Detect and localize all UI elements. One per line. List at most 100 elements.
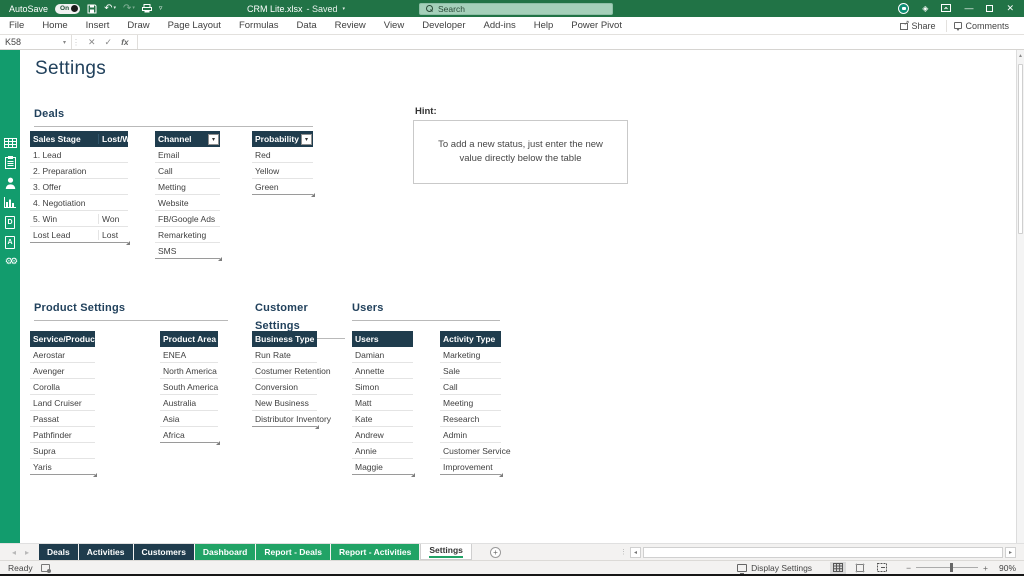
table-row[interactable]: Yaris bbox=[30, 459, 95, 475]
table-cell[interactable]: Admin bbox=[440, 430, 501, 440]
undo-button[interactable]: ↶▾ bbox=[104, 4, 116, 14]
table-cell[interactable]: ENEA bbox=[160, 350, 218, 360]
table-cell[interactable]: Lost Lead bbox=[30, 230, 98, 240]
table-row[interactable]: Yellow bbox=[252, 163, 313, 179]
table-row[interactable]: Passat bbox=[30, 411, 95, 427]
table-row[interactable]: Matt bbox=[352, 395, 413, 411]
table-row[interactable]: Improvement bbox=[440, 459, 501, 475]
table-cell[interactable]: Corolla bbox=[30, 382, 95, 392]
table-cell[interactable]: Andrew bbox=[352, 430, 413, 440]
table-row[interactable]: Sale bbox=[440, 363, 501, 379]
table-cell[interactable]: Africa bbox=[160, 430, 218, 440]
customers-person-icon[interactable] bbox=[4, 176, 17, 189]
customize-qat-icon[interactable]: ▿ bbox=[159, 5, 163, 12]
table-cell[interactable]: 1. Lead bbox=[30, 150, 98, 160]
table-row[interactable]: 3. Offer bbox=[30, 179, 128, 195]
table-cell[interactable]: 5. Win bbox=[30, 214, 98, 224]
cancel-icon[interactable]: ✕ bbox=[88, 37, 96, 48]
table-cell[interactable]: Costumer Retention bbox=[252, 366, 334, 376]
table-row[interactable]: 1. Lead bbox=[30, 147, 128, 163]
table-row[interactable]: Distributor Inventory bbox=[252, 411, 317, 427]
worksheet[interactable]: D A ⚙⚙ Settings Deals Product Settings C… bbox=[0, 50, 1024, 543]
table-cell[interactable]: Conversion bbox=[252, 382, 317, 392]
print-icon[interactable] bbox=[142, 4, 152, 13]
table-cell[interactable]: Sale bbox=[440, 366, 501, 376]
macro-record-icon[interactable] bbox=[41, 564, 50, 572]
table-cell[interactable]: FB/Google Ads bbox=[155, 214, 220, 224]
comments-button[interactable]: Comments bbox=[946, 20, 1016, 32]
ribbon-tab-formulas[interactable]: Formulas bbox=[230, 20, 288, 31]
table-row[interactable]: Call bbox=[440, 379, 501, 395]
settings-gears-icon[interactable]: ⚙⚙ bbox=[5, 256, 15, 267]
table-row[interactable]: Customer Service bbox=[440, 443, 501, 459]
zoom-slider-thumb[interactable] bbox=[950, 563, 953, 572]
document-title[interactable]: CRM Lite.xlsx - Saved ▾ bbox=[247, 4, 345, 14]
new-sheet-button[interactable]: + bbox=[490, 544, 501, 560]
table-row[interactable]: Maggie bbox=[352, 459, 413, 475]
table-row[interactable]: Aerostar bbox=[30, 347, 95, 363]
save-icon[interactable] bbox=[87, 4, 97, 14]
scrollbar-splitter-handle[interactable]: ⋮ bbox=[620, 548, 628, 556]
table-cell[interactable]: Lost bbox=[98, 230, 128, 240]
close-button[interactable]: ✕ bbox=[1006, 4, 1014, 13]
table-row[interactable]: Africa bbox=[160, 427, 218, 443]
table-row[interactable]: 2. Preparation bbox=[30, 163, 128, 179]
table-row[interactable]: Andrew bbox=[352, 427, 413, 443]
dashboard-chart-icon[interactable] bbox=[4, 196, 17, 209]
column-header-users[interactable]: Users bbox=[352, 334, 413, 344]
scroll-right-icon[interactable]: ▸ bbox=[1005, 547, 1016, 558]
vertical-scrollbar-thumb[interactable] bbox=[1018, 64, 1023, 234]
table-row[interactable]: 4. Negotiation bbox=[30, 195, 128, 211]
table-cell[interactable]: Pathfinder bbox=[30, 430, 95, 440]
column-header-product-area[interactable]: Product Area bbox=[160, 334, 218, 344]
table-cell[interactable]: Kate bbox=[352, 414, 413, 424]
name-box[interactable]: K58 ▾ bbox=[0, 35, 72, 49]
ribbon-tab-power-pivot[interactable]: Power Pivot bbox=[562, 20, 631, 31]
table-row[interactable]: Asia bbox=[160, 411, 218, 427]
table-cell[interactable]: Call bbox=[155, 166, 220, 176]
table-cell[interactable]: Supra bbox=[30, 446, 95, 456]
table-cell[interactable]: SMS bbox=[155, 246, 220, 256]
sheet-tab-deals[interactable]: Deals bbox=[39, 544, 78, 560]
enter-icon[interactable]: ✓ bbox=[105, 37, 113, 48]
ribbon-tab-file[interactable]: File bbox=[0, 20, 33, 31]
table-cell[interactable]: South America bbox=[160, 382, 221, 392]
share-button[interactable]: Share bbox=[893, 20, 942, 32]
normal-view-button[interactable] bbox=[830, 562, 846, 574]
table-row[interactable]: Run Rate bbox=[252, 347, 317, 363]
table-cell[interactable]: Email bbox=[155, 150, 220, 160]
table-cell[interactable]: Metting bbox=[155, 182, 220, 192]
table-row[interactable]: Pathfinder bbox=[30, 427, 95, 443]
zoom-in-icon[interactable]: + bbox=[983, 563, 988, 573]
ribbon-tab-data[interactable]: Data bbox=[288, 20, 326, 31]
ribbon-tab-review[interactable]: Review bbox=[326, 20, 375, 31]
table-cell[interactable]: Green bbox=[252, 182, 313, 192]
table-cell[interactable]: Yaris bbox=[30, 462, 95, 472]
undo-caret-icon[interactable]: ▾ bbox=[113, 6, 116, 11]
page-layout-view-button[interactable] bbox=[852, 562, 868, 574]
scroll-left-icon[interactable]: ◂ bbox=[630, 547, 641, 558]
minimize-button[interactable]: — bbox=[964, 4, 973, 13]
ribbon-tab-help[interactable]: Help bbox=[525, 20, 563, 31]
table-cell[interactable]: Annette bbox=[352, 366, 413, 376]
table-cell[interactable]: Land Cruiser bbox=[30, 398, 95, 408]
table-row[interactable]: Research bbox=[440, 411, 501, 427]
sheet-tab-report-activities[interactable]: Report - Activities bbox=[331, 544, 419, 560]
table-row[interactable]: SMS bbox=[155, 243, 220, 259]
diamond-icon[interactable]: ◈ bbox=[922, 5, 928, 13]
ribbon-tab-add-ins[interactable]: Add-ins bbox=[475, 20, 525, 31]
table-cell[interactable]: 3. Offer bbox=[30, 182, 98, 192]
zoom-out-icon[interactable]: − bbox=[906, 563, 911, 573]
table-row[interactable]: Annie bbox=[352, 443, 413, 459]
table-row[interactable]: Lost LeadLost bbox=[30, 227, 128, 243]
filter-dropdown-icon[interactable] bbox=[208, 134, 219, 145]
ribbon-display-options-icon[interactable] bbox=[941, 4, 951, 14]
sheet-tab-report-deals[interactable]: Report - Deals bbox=[256, 544, 330, 560]
activities-clipboard-icon[interactable] bbox=[4, 156, 17, 169]
sheet-tab-settings[interactable]: Settings bbox=[420, 544, 472, 560]
ribbon-tab-developer[interactable]: Developer bbox=[413, 20, 474, 31]
table-row[interactable]: New Business bbox=[252, 395, 317, 411]
table-cell[interactable]: Asia bbox=[160, 414, 218, 424]
table-row[interactable]: Avenger bbox=[30, 363, 95, 379]
table-cell[interactable]: New Business bbox=[252, 398, 317, 408]
